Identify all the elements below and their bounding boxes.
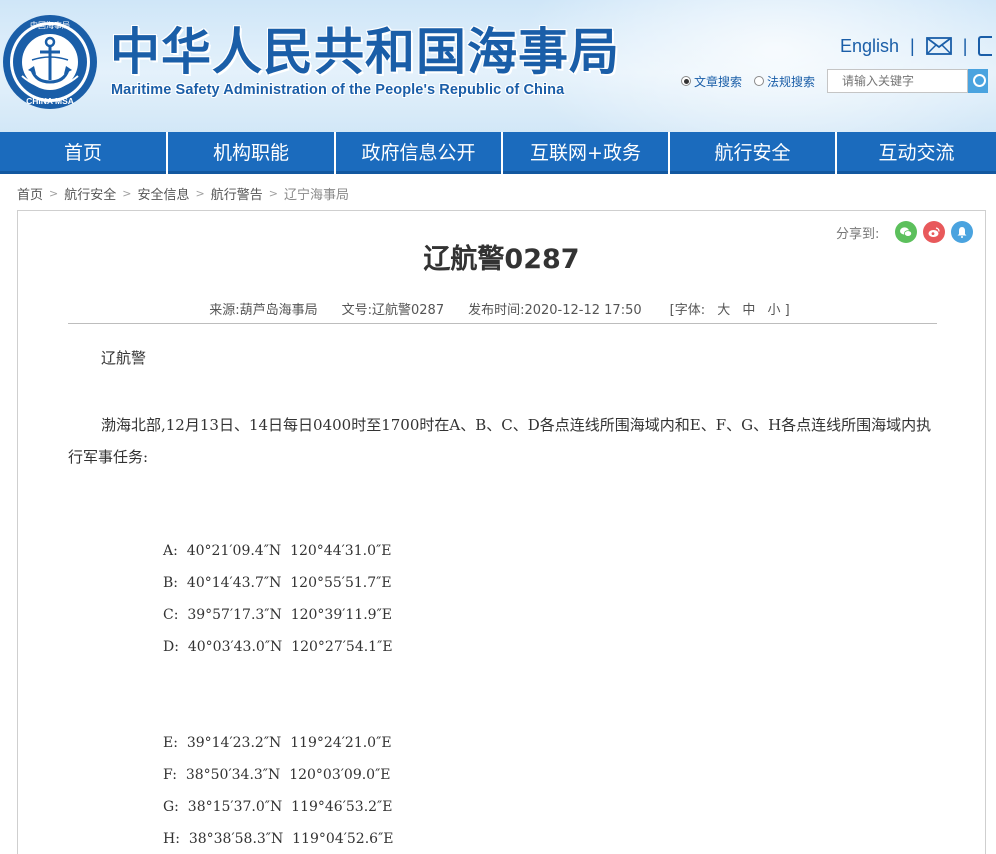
breadcrumb: 首页 > 航行安全 > 安全信息 > 航行警告 > 辽宁海事局 xyxy=(17,184,349,203)
coordinate-row: C: 39°57′17.3″N 120°39′11.9″E xyxy=(163,607,393,623)
coordinate-group-gap xyxy=(163,663,394,727)
logo-ring-bottom-text: CHINA MSA xyxy=(26,96,74,106)
coordinate-row: D: 40°03′43.0″N 120°27′54.1″E xyxy=(163,639,393,655)
mail-icon[interactable] xyxy=(925,37,952,55)
coordinate-row: F: 38°50′34.3″N 120°03′09.0″E xyxy=(163,767,391,783)
title-divider xyxy=(68,323,937,324)
coordinate-row: E: 39°14′23.2″N 119°24′21.0″E xyxy=(163,735,392,751)
weibo-icon[interactable] xyxy=(978,36,993,56)
search-bar: 文章搜索 法规搜索 xyxy=(681,69,989,93)
font-size-large[interactable]: 大 xyxy=(717,303,730,318)
radio-dot-selected[interactable] xyxy=(681,76,691,86)
font-size-label: [字体: xyxy=(669,303,706,318)
search-button[interactable] xyxy=(968,69,989,93)
coordinate-row: A: 40°21′09.4″N 120°44′31.0″E xyxy=(163,543,392,559)
breadcrumb-separator: > xyxy=(49,187,59,200)
radio-law-search[interactable]: 法规搜索 xyxy=(754,73,815,90)
coordinate-row: G: 38°15′37.0″N 119°46′53.2″E xyxy=(163,799,393,815)
breadcrumb-liaoning-msa[interactable]: 辽宁海事局 xyxy=(284,184,349,203)
article-panel: 分享到: 辽航警0287 来源:葫芦岛海事局 文号:辽航警0287 发布时间:2… xyxy=(17,210,986,854)
nav-item-gov-info[interactable]: 政府信息公开 xyxy=(336,132,501,174)
meta-doc-number: 文号:辽航警0287 xyxy=(341,303,445,318)
nav-item-internet-gov[interactable]: 互联网+政务 xyxy=(503,132,668,174)
coordinate-row: B: 40°14′43.7″N 120°55′51.7″E xyxy=(163,575,392,591)
nav-item-home[interactable]: 首页 xyxy=(0,132,166,174)
breadcrumb-separator: > xyxy=(268,187,278,200)
radio-article-label: 文章搜索 xyxy=(694,74,743,89)
article-meta: 来源:葫芦岛海事局 文号:辽航警0287 发布时间:2020-12-12 17:… xyxy=(18,299,985,318)
breadcrumb-nav-warnings[interactable]: 航行警告 xyxy=(211,184,263,203)
meta-published-time: 发布时间:2020-12-12 17:50 xyxy=(468,303,642,318)
breadcrumb-separator: > xyxy=(122,187,132,200)
breadcrumb-separator: > xyxy=(195,187,205,200)
site-title-en: Maritime Safety Administration of the Pe… xyxy=(111,82,565,98)
article-paragraph-heading: 辽航警 xyxy=(101,349,147,367)
font-size-medium[interactable]: 中 xyxy=(742,303,755,318)
main-nav: 首页 机构职能 政府信息公开 互联网+政务 航行安全 互动交流 xyxy=(0,132,996,174)
breadcrumb-safety-info[interactable]: 安全信息 xyxy=(137,184,189,203)
radio-dot[interactable] xyxy=(754,76,765,86)
msa-logo-icon[interactable]: 中国海事局 CHINA MSA xyxy=(2,14,98,110)
nav-item-navigation-safety[interactable]: 航行安全 xyxy=(670,132,835,174)
site-title-cn: 中华人民共和国海事局 xyxy=(110,23,620,81)
breadcrumb-navigation-safety[interactable]: 航行安全 xyxy=(64,184,116,203)
radio-article-search[interactable]: 文章搜索 xyxy=(681,73,742,90)
nav-item-interaction[interactable]: 互动交流 xyxy=(837,132,996,174)
top-links: English | | xyxy=(840,34,993,58)
site-header: 中国海事局 CHINA MSA 中华人民共和国海事局 Maritime Safe… xyxy=(0,0,996,132)
coordinate-list: A: 40°21′09.4″N 120°44′31.0″E B: 40°14′4… xyxy=(163,535,394,854)
link-separator: | xyxy=(910,35,915,56)
logo-ring-top-text: 中国海事局 xyxy=(30,20,70,30)
link-separator-2: | xyxy=(962,35,968,56)
coordinate-row: H: 38°38′58.3″N 119°04′52.6″E xyxy=(163,831,394,847)
meta-source: 来源:葫芦岛海事局 xyxy=(209,303,318,318)
article-title: 辽航警0287 xyxy=(423,244,580,275)
english-link[interactable]: English xyxy=(840,36,899,57)
font-size-small[interactable]: 小 ] xyxy=(768,303,790,318)
font-size-control: [字体: 大 中 小 ] xyxy=(666,299,794,318)
radio-law-label: 法规搜索 xyxy=(767,74,816,89)
article-paragraph-main: 渤海北部,12月13日、14日每日0400时至1700时在A、B、C、D各点连线… xyxy=(68,416,932,466)
breadcrumb-home[interactable]: 首页 xyxy=(17,184,43,203)
nav-item-functions[interactable]: 机构职能 xyxy=(168,132,334,174)
search-input[interactable] xyxy=(827,69,969,93)
